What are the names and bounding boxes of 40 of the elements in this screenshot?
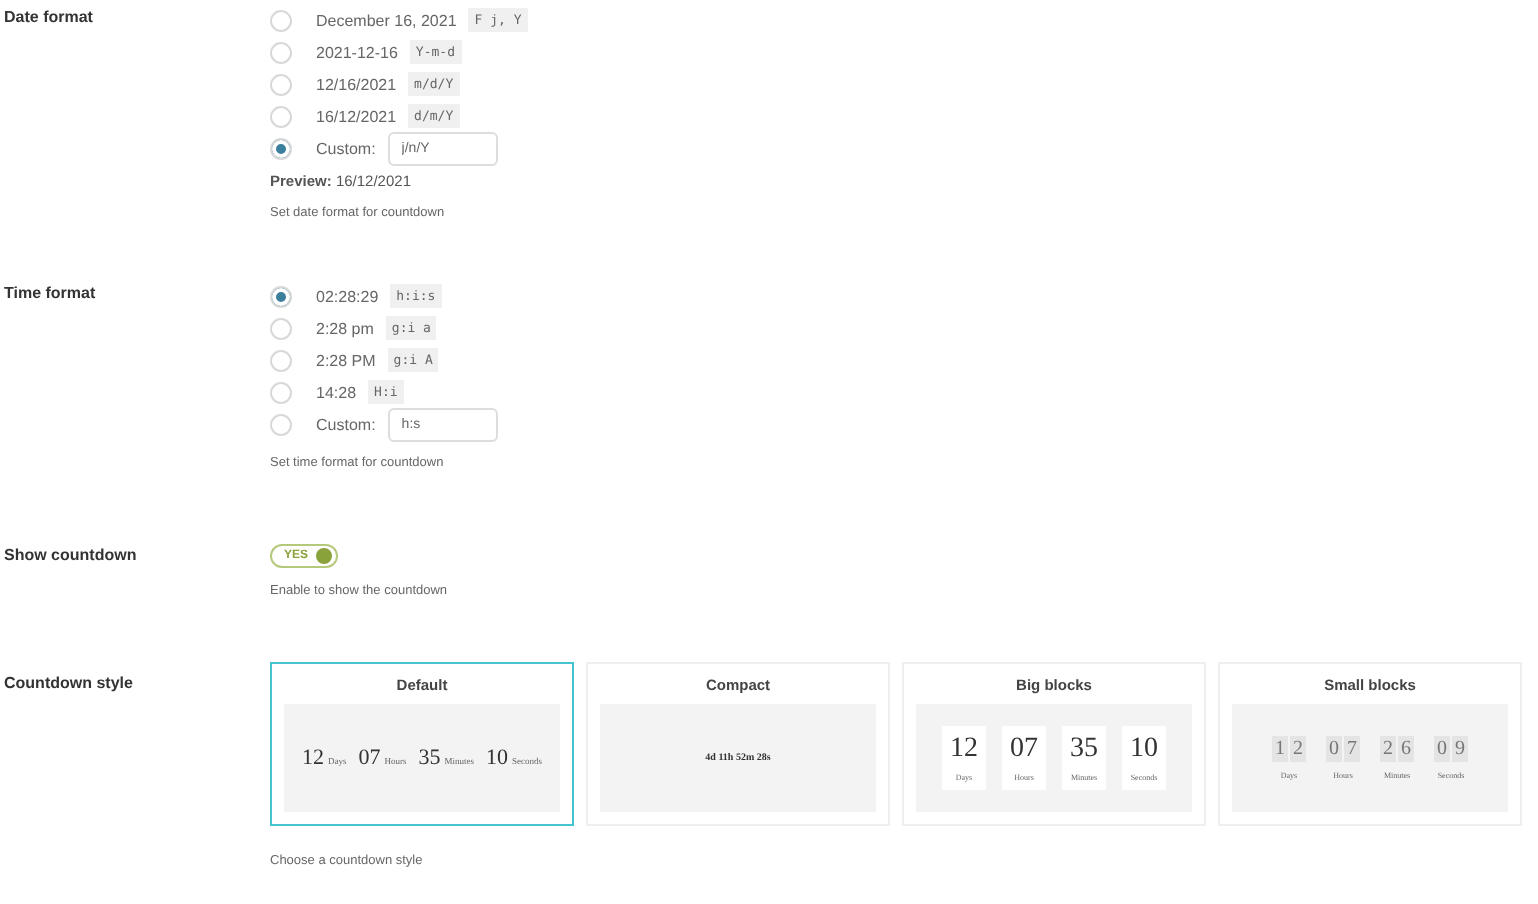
- radio-button[interactable]: [270, 349, 292, 371]
- countdown-digit: 9: [1452, 736, 1468, 762]
- countdown-digit: 2: [1290, 736, 1306, 762]
- countdown-number: 07: [358, 746, 381, 770]
- field-label: Countdown style: [4, 672, 135, 696]
- option-label: 2021-12-16: [316, 43, 398, 61]
- radio-button[interactable]: [270, 381, 292, 403]
- countdown-number: 35: [418, 746, 441, 770]
- option-label: 02:28:29: [316, 287, 379, 305]
- countdown-digit: 7: [1344, 736, 1360, 762]
- option-label: 16/12/2021: [316, 107, 397, 125]
- radio-button[interactable]: [270, 9, 292, 31]
- option-label: 2:28 PM: [316, 351, 376, 369]
- countdown-digit: 0: [1434, 736, 1450, 762]
- option-label: Custom:: [316, 139, 376, 157]
- field-label: Show countdown: [4, 544, 139, 568]
- option-label: December 16, 2021: [316, 11, 457, 29]
- option-label: Custom:: [316, 415, 376, 433]
- countdown-number: 10: [486, 746, 508, 770]
- countdown-digit: 1: [1272, 736, 1288, 762]
- option-label: 14:28: [316, 383, 357, 401]
- radio-button[interactable]: [270, 41, 292, 63]
- option-label: 12/16/2021: [316, 75, 397, 93]
- countdown-number: 10: [1130, 734, 1158, 766]
- radio-button[interactable]: [270, 285, 292, 307]
- option-label: 2:28 pm: [316, 319, 374, 337]
- countdown-number: 35: [1070, 734, 1098, 766]
- field-label: Time format: [4, 282, 98, 306]
- radio-button[interactable]: [270, 73, 292, 95]
- countdown-digit: 6: [1398, 736, 1414, 762]
- radio-button[interactable]: [270, 317, 292, 339]
- field-label: Date format: [4, 6, 95, 30]
- countdown-number: 12: [301, 746, 324, 770]
- radio-button[interactable]: [270, 413, 292, 435]
- countdown-digit: 2: [1380, 736, 1396, 762]
- countdown-number: 12: [950, 734, 978, 766]
- radio-button[interactable]: [270, 105, 292, 127]
- countdown-digit: 0: [1326, 736, 1342, 762]
- countdown-number: 07: [1010, 734, 1038, 766]
- radio-button[interactable]: [270, 137, 292, 159]
